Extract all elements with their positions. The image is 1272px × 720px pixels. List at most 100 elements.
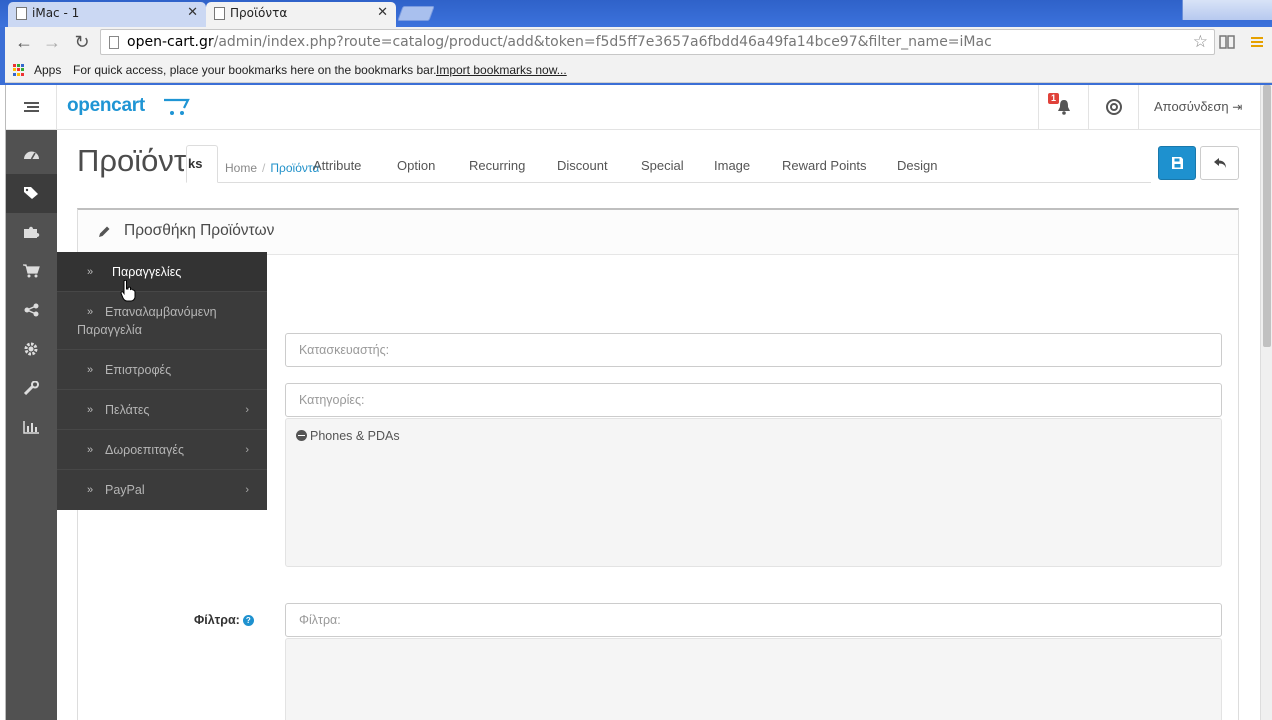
reading-list-icon[interactable] — [1219, 34, 1235, 50]
pencil-icon — [99, 226, 110, 237]
sidebar-item-extensions[interactable] — [6, 213, 57, 252]
url-path: /admin/index.php?route=catalog/product/a… — [213, 34, 992, 50]
sidebar-item-system[interactable] — [6, 330, 57, 369]
sidebar-item-catalog[interactable] — [6, 174, 57, 213]
double-chevron-icon: » — [87, 404, 94, 416]
filters-input[interactable]: Φίλτρα: — [285, 603, 1222, 637]
browser-menu-icon[interactable] — [1249, 34, 1265, 50]
flyout-item-orders[interactable]: » Παραγγελίες — [57, 252, 267, 292]
double-chevron-icon: » — [87, 364, 94, 376]
dashboard-icon — [24, 151, 39, 160]
reload-icon[interactable]: ↻ — [71, 32, 93, 54]
browser-tab-label: iMac - 1 — [32, 6, 80, 20]
page-title: Προϊόντα — [77, 143, 204, 178]
tab-links[interactable]: ks — [186, 145, 218, 183]
flyout-item-label: Πελάτες — [105, 403, 150, 417]
admin-page: opencart 1 Αποσύνδεση ⇥ Προϊόντα Home / … — [5, 85, 1260, 720]
flyout-item-label: Δωροεπιταγές — [105, 443, 184, 457]
flyout-item-paypal[interactable]: » PayPal › — [57, 470, 267, 510]
page-favicon-icon — [16, 7, 27, 20]
tab-option[interactable]: Option — [397, 158, 435, 173]
back-button[interactable] — [1200, 146, 1239, 180]
forward-arrow-icon[interactable]: → — [41, 32, 63, 54]
scrollbar-thumb[interactable] — [1263, 85, 1271, 347]
double-chevron-icon: » — [87, 266, 94, 278]
panel-heading: Προσθήκη Προϊόντων — [78, 210, 1238, 255]
flyout-item-label-line2: Παραγγελία — [77, 323, 142, 337]
flyout-item-label: Επιστροφές — [105, 363, 172, 377]
sidebar-item-reports[interactable] — [6, 408, 57, 447]
flyout-item-label: Παραγγελίες — [112, 265, 182, 279]
tab-reward-points[interactable]: Reward Points — [782, 158, 867, 173]
bookmark-star-icon[interactable]: ☆ — [1193, 30, 1208, 54]
browser-tab-imac[interactable]: iMac - 1 ✕ — [8, 2, 206, 27]
window-controls[interactable] — [1182, 0, 1272, 20]
categories-list: Phones & PDAs — [285, 418, 1222, 567]
back-arrow-icon[interactable]: ← — [13, 32, 35, 54]
logout-button[interactable]: Αποσύνδεση ⇥ — [1138, 85, 1260, 130]
flyout-item-label-line1: Επαναλαμβανόμενη — [105, 305, 217, 319]
tab-label: ks — [188, 156, 203, 171]
admin-header: opencart 1 Αποσύνδεση ⇥ — [6, 85, 1260, 130]
logo-cart-icon — [164, 98, 190, 115]
browser-tab-label: Προϊόντα — [230, 6, 288, 20]
sidebar-item-dashboard[interactable] — [6, 135, 57, 174]
flyout-item-gift-vouchers[interactable]: » Δωροεπιταγές › — [57, 430, 267, 470]
panel-title: Προσθήκη Προϊόντων — [124, 222, 275, 239]
double-chevron-icon: » — [87, 484, 94, 496]
filters-label: Φίλτρα:? — [194, 613, 254, 627]
hand-cursor-icon — [120, 280, 136, 302]
chevron-right-icon: › — [245, 444, 249, 456]
help-button[interactable] — [1088, 85, 1138, 130]
flyout-item-customers[interactable]: » Πελάτες › — [57, 390, 267, 430]
tab-recurring[interactable]: Recurring — [469, 158, 525, 173]
floppy-disk-icon — [1172, 157, 1183, 169]
manufacturer-input[interactable]: Κατασκευαστής: — [285, 333, 1222, 367]
tab-design[interactable]: Design — [897, 158, 937, 173]
tab-image[interactable]: Image — [714, 158, 750, 173]
chevron-right-icon: › — [245, 484, 249, 496]
tags-icon — [24, 187, 38, 199]
tab-special[interactable]: Special — [641, 158, 684, 173]
sidebar-item-tools[interactable] — [6, 369, 57, 408]
close-tab-icon[interactable]: ✕ — [187, 2, 198, 24]
sidebar-item-marketing[interactable] — [6, 291, 57, 330]
reply-icon — [1214, 158, 1226, 168]
sidebar — [6, 130, 57, 720]
opencart-logo[interactable]: opencart — [67, 95, 145, 117]
puzzle-icon — [24, 226, 40, 238]
apps-grid-icon[interactable] — [13, 64, 25, 76]
tab-strip: iMac - 1 ✕ Προϊόντα ✕ — [0, 0, 1272, 27]
page-scrollbar[interactable] — [1260, 85, 1272, 720]
tab-attribute[interactable]: Attribute — [313, 158, 361, 173]
flyout-item-recurring-orders[interactable]: » Επαναλαμβανόμενη Παραγγελία — [57, 292, 267, 350]
apps-link[interactable]: Apps — [34, 58, 61, 82]
page-favicon-icon — [214, 7, 225, 20]
close-tab-icon[interactable]: ✕ — [377, 2, 388, 24]
address-bar[interactable]: open-cart.gr/admin/index.php?route=catal… — [100, 29, 1215, 55]
url-host: open-cart.gr — [127, 34, 214, 50]
filters-label-text: Φίλτρα: — [194, 613, 240, 627]
browser-chrome: iMac - 1 ✕ Προϊόντα ✕ ← → ↻ open-cart.gr… — [0, 0, 1272, 85]
category-chip[interactable]: Phones & PDAs — [296, 429, 400, 443]
page-icon — [109, 36, 119, 49]
flyout-item-label: PayPal — [105, 483, 145, 497]
notifications-button[interactable]: 1 — [1038, 85, 1088, 130]
cart-icon — [23, 264, 40, 278]
sales-flyout-menu: » Παραγγελίες » Επαναλαμβανόμενη Παραγγε… — [57, 252, 267, 510]
tab-discount[interactable]: Discount — [557, 158, 608, 173]
wrench-icon — [23, 381, 39, 395]
browser-tab-products[interactable]: Προϊόντα ✕ — [206, 2, 396, 27]
import-bookmarks-link[interactable]: Import bookmarks now... — [436, 58, 567, 82]
sidebar-item-sales[interactable] — [6, 252, 57, 291]
new-tab-button[interactable] — [397, 6, 435, 21]
categories-input[interactable]: Κατηγορίες: — [285, 383, 1222, 417]
sign-out-icon: ⇥ — [1232, 100, 1243, 114]
bar-chart-icon — [23, 421, 39, 434]
menu-toggle-button[interactable] — [6, 85, 57, 130]
form-tabs: ks Attribute Option Recurring Discount S… — [186, 145, 1151, 183]
minus-circle-icon[interactable] — [296, 430, 307, 441]
flyout-item-returns[interactable]: » Επιστροφές — [57, 350, 267, 390]
save-button[interactable] — [1158, 146, 1196, 180]
help-question-icon[interactable]: ? — [242, 615, 254, 626]
